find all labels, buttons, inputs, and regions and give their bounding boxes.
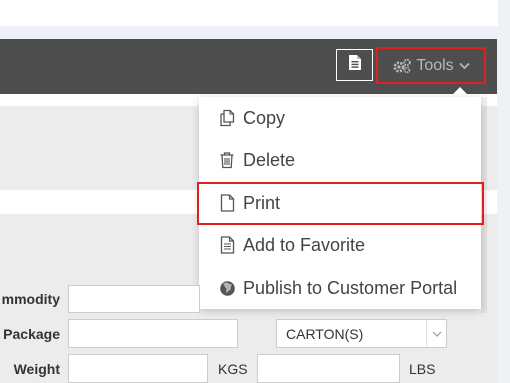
commodity-label: mmodity	[1, 291, 60, 307]
menu-item-delete[interactable]: Delete	[199, 139, 481, 181]
package-quantity-input[interactable]	[68, 319, 238, 348]
page-margin	[498, 0, 510, 383]
top-area	[0, 0, 498, 26]
chevron-down-icon	[426, 320, 446, 347]
package-unit-value: CARTON(S)	[286, 325, 364, 342]
commodity-input[interactable]	[68, 285, 200, 313]
menu-item-label: Add to Favorite	[243, 234, 366, 255]
globe-icon	[218, 278, 236, 298]
trash-icon	[218, 150, 236, 170]
menu-item-label: Delete	[243, 149, 296, 170]
weight-kgs-input[interactable]	[68, 354, 208, 383]
package-unit-select[interactable]: CARTON(S)	[276, 319, 447, 348]
weight-lbs-input[interactable]	[257, 354, 400, 383]
print-highlight-box	[197, 182, 484, 225]
document-icon	[348, 54, 362, 76]
menu-item-label: Copy	[243, 107, 286, 128]
copy-icon	[218, 108, 236, 128]
document-button[interactable]	[336, 49, 373, 81]
menu-item-label: Publish to Customer Portal	[243, 277, 458, 298]
menu-item-copy[interactable]: Copy	[199, 97, 481, 139]
menu-item-publish-to-customer-portal[interactable]: Publish to Customer Portal	[199, 267, 481, 309]
menu-pointer	[450, 87, 470, 97]
document-list-icon	[218, 235, 236, 255]
weight-unit-kgs: KGS	[218, 361, 248, 377]
chevron-down-icon	[459, 62, 470, 70]
tools-button[interactable]: Tools	[376, 47, 486, 84]
weight-label: Weight	[13, 361, 60, 377]
menu-item-add-to-favorite[interactable]: Add to Favorite	[199, 224, 481, 266]
gears-icon	[392, 58, 412, 74]
tools-label: Tools	[416, 56, 454, 74]
weight-unit-lbs: LBS	[409, 361, 436, 377]
package-label: Package	[3, 326, 60, 342]
